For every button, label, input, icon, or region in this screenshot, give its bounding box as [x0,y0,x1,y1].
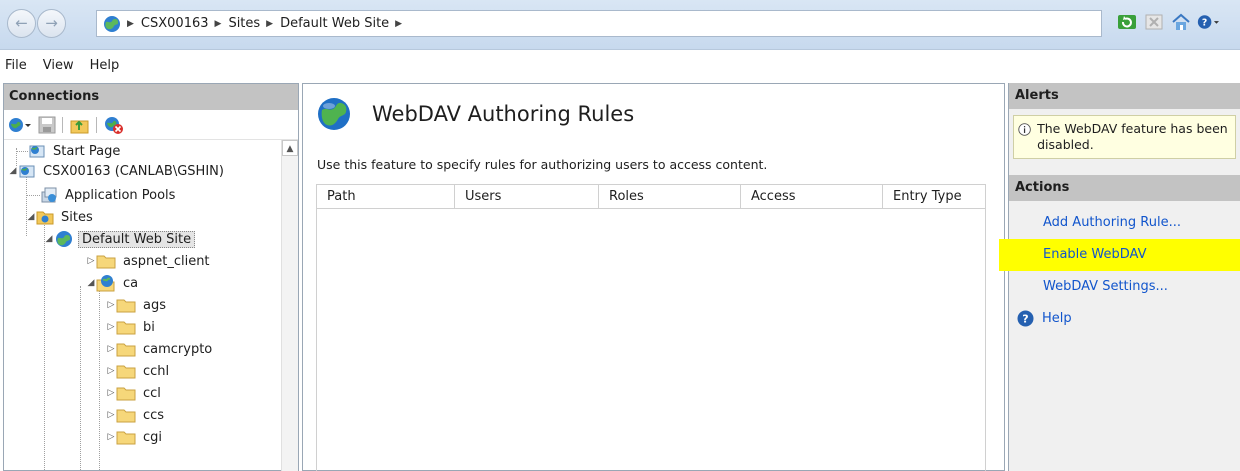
expand-triangle-icon[interactable]: ▷ [106,322,116,332]
folder-icon [116,387,136,401]
column-access[interactable]: Access [741,185,883,208]
menu-bar: File View Help [0,51,1240,79]
connections-toolbar [4,110,298,140]
chevron-right-icon: ▶ [214,18,222,29]
collapse-triangle-icon[interactable]: ◢ [26,212,36,222]
help-action[interactable]: ? Help [1009,303,1240,333]
enable-webdav-link[interactable]: Enable WebDAV [999,239,1240,271]
connections-tree: Start Page ◢ CSX00163 (CANLAB\GSHIN) App… [4,140,298,471]
expand-triangle-icon[interactable]: ▷ [86,256,96,266]
back-arrow-icon[interactable]: ← [7,9,36,38]
alert-text: The WebDAV feature has been disabled. [1037,121,1228,152]
tree-item-cgi[interactable]: ▷ cgi [106,426,165,448]
tree-item-cchl[interactable]: ▷ cchl [106,360,172,382]
folder-icon [116,343,136,357]
help-dropdown-icon[interactable]: ? [1197,12,1219,32]
collapse-triangle-icon[interactable]: ◢ [86,278,96,288]
scroll-up-arrow-icon[interactable]: ▲ [282,140,298,156]
chevron-right-icon: ▶ [395,18,403,29]
column-path[interactable]: Path [317,185,455,208]
collapse-triangle-icon[interactable]: ◢ [44,234,54,244]
start-page-icon [29,145,45,158]
feature-description: Use this feature to specify rules for au… [317,157,768,172]
tree-item-bi[interactable]: ▷ bi [106,316,158,338]
expand-triangle-icon[interactable]: ▷ [106,300,116,310]
forward-arrow-icon[interactable]: → [37,9,66,38]
tree-item-default-web-site[interactable]: ◢ Default Web Site [44,228,196,250]
tree-item-ca[interactable]: ◢ ca [86,272,141,294]
server-globe-icon [104,15,120,32]
chevron-right-icon: ▶ [266,18,274,29]
page-title: WebDAV Authoring Rules [372,102,635,126]
address-breadcrumb[interactable]: ▶ CSX00163 ▶ Sites ▶ Default Web Site ▶ [96,10,1102,37]
website-globe-icon [56,231,72,247]
expand-triangle-icon[interactable]: ▷ [106,410,116,420]
add-authoring-rule-link[interactable]: Add Authoring Rule... [1009,207,1240,239]
toolbar-icons: ? [1116,12,1219,32]
application-globe-icon [96,275,115,292]
folder-icon [116,299,136,313]
svg-text:?: ? [1202,17,1207,28]
alert-message-box: The WebDAV feature has been disabled. [1013,115,1236,159]
expand-triangle-icon[interactable]: ▷ [106,432,116,442]
help-link[interactable]: Help [1042,311,1072,326]
menu-file[interactable]: File [5,58,27,73]
folder-icon [116,409,136,423]
collapse-triangle-icon[interactable]: ◢ [8,166,18,176]
save-icon[interactable] [38,116,56,134]
menu-view[interactable]: View [43,58,74,73]
webdav-globe-icon [318,98,350,130]
refresh-icon[interactable] [1116,12,1138,32]
webdav-settings-link[interactable]: WebDAV Settings... [1009,271,1240,303]
alerts-header: Alerts [1009,83,1240,109]
home-icon[interactable] [1170,12,1192,32]
feature-header: WebDAV Authoring Rules [316,96,634,132]
folder-icon [116,365,136,379]
actions-pane: Alerts The WebDAV feature has been disab… [999,83,1240,471]
tree-item-ccs[interactable]: ▷ ccs [106,404,167,426]
folder-icon [116,431,136,445]
crumb-default-web-site[interactable]: Default Web Site [280,16,389,31]
expand-triangle-icon[interactable]: ▷ [106,366,116,376]
crumb-sites[interactable]: Sites [228,16,260,31]
authoring-rules-grid[interactable]: Path Users Roles Access Entry Type [316,184,986,471]
tree-item-aspnet-client[interactable]: ▷ aspnet_client [86,250,213,272]
expand-triangle-icon[interactable]: ▷ [106,388,116,398]
server-icon [19,165,35,178]
tree-item-ags[interactable]: ▷ ags [106,294,169,316]
expand-triangle-icon[interactable]: ▷ [106,344,116,354]
actions-header: Actions [1009,175,1240,201]
crumb-server[interactable]: CSX00163 [141,16,209,31]
help-icon: ? [1017,310,1034,326]
svg-text:?: ? [1022,312,1028,325]
tree-item-sites[interactable]: ◢ Sites [26,206,96,228]
tree-item-server[interactable]: ◢ CSX00163 (CANLAB\GSHIN) [8,160,227,182]
info-icon [1018,123,1031,136]
grid-header: Path Users Roles Access Entry Type [317,185,985,209]
menu-help[interactable]: Help [90,58,120,73]
sites-folder-icon [36,211,54,225]
connections-header: Connections [4,84,298,110]
feature-page: WebDAV Authoring Rules Use this feature … [302,83,1005,471]
up-level-icon[interactable] [70,116,90,134]
tree-item-ccl[interactable]: ▷ ccl [106,382,164,404]
column-users[interactable]: Users [455,185,599,208]
folder-icon [96,255,116,269]
column-entry-type[interactable]: Entry Type [883,185,985,208]
chevron-right-icon: ▶ [127,18,134,29]
disconnect-icon[interactable] [104,116,124,134]
tree-item-application-pools[interactable]: Application Pools [40,184,178,206]
separator-icon [62,116,63,133]
tree-scrollbar[interactable]: ▲ [281,140,298,471]
connect-globe-icon[interactable] [8,116,32,134]
folder-icon [116,321,136,335]
connections-pane: Connections Start Page ◢ CSX00163 (CANLA… [3,83,299,471]
address-toolbar: ← → ▶ CSX00163 ▶ Sites ▶ Default Web Sit… [0,0,1240,50]
tree-item-start-page[interactable]: Start Page [28,140,123,162]
application-pools-icon [41,187,57,203]
tree-item-camcrypto[interactable]: ▷ camcrypto [106,338,215,360]
separator-icon [96,116,97,133]
column-roles[interactable]: Roles [599,185,741,208]
stop-icon[interactable] [1143,12,1165,32]
